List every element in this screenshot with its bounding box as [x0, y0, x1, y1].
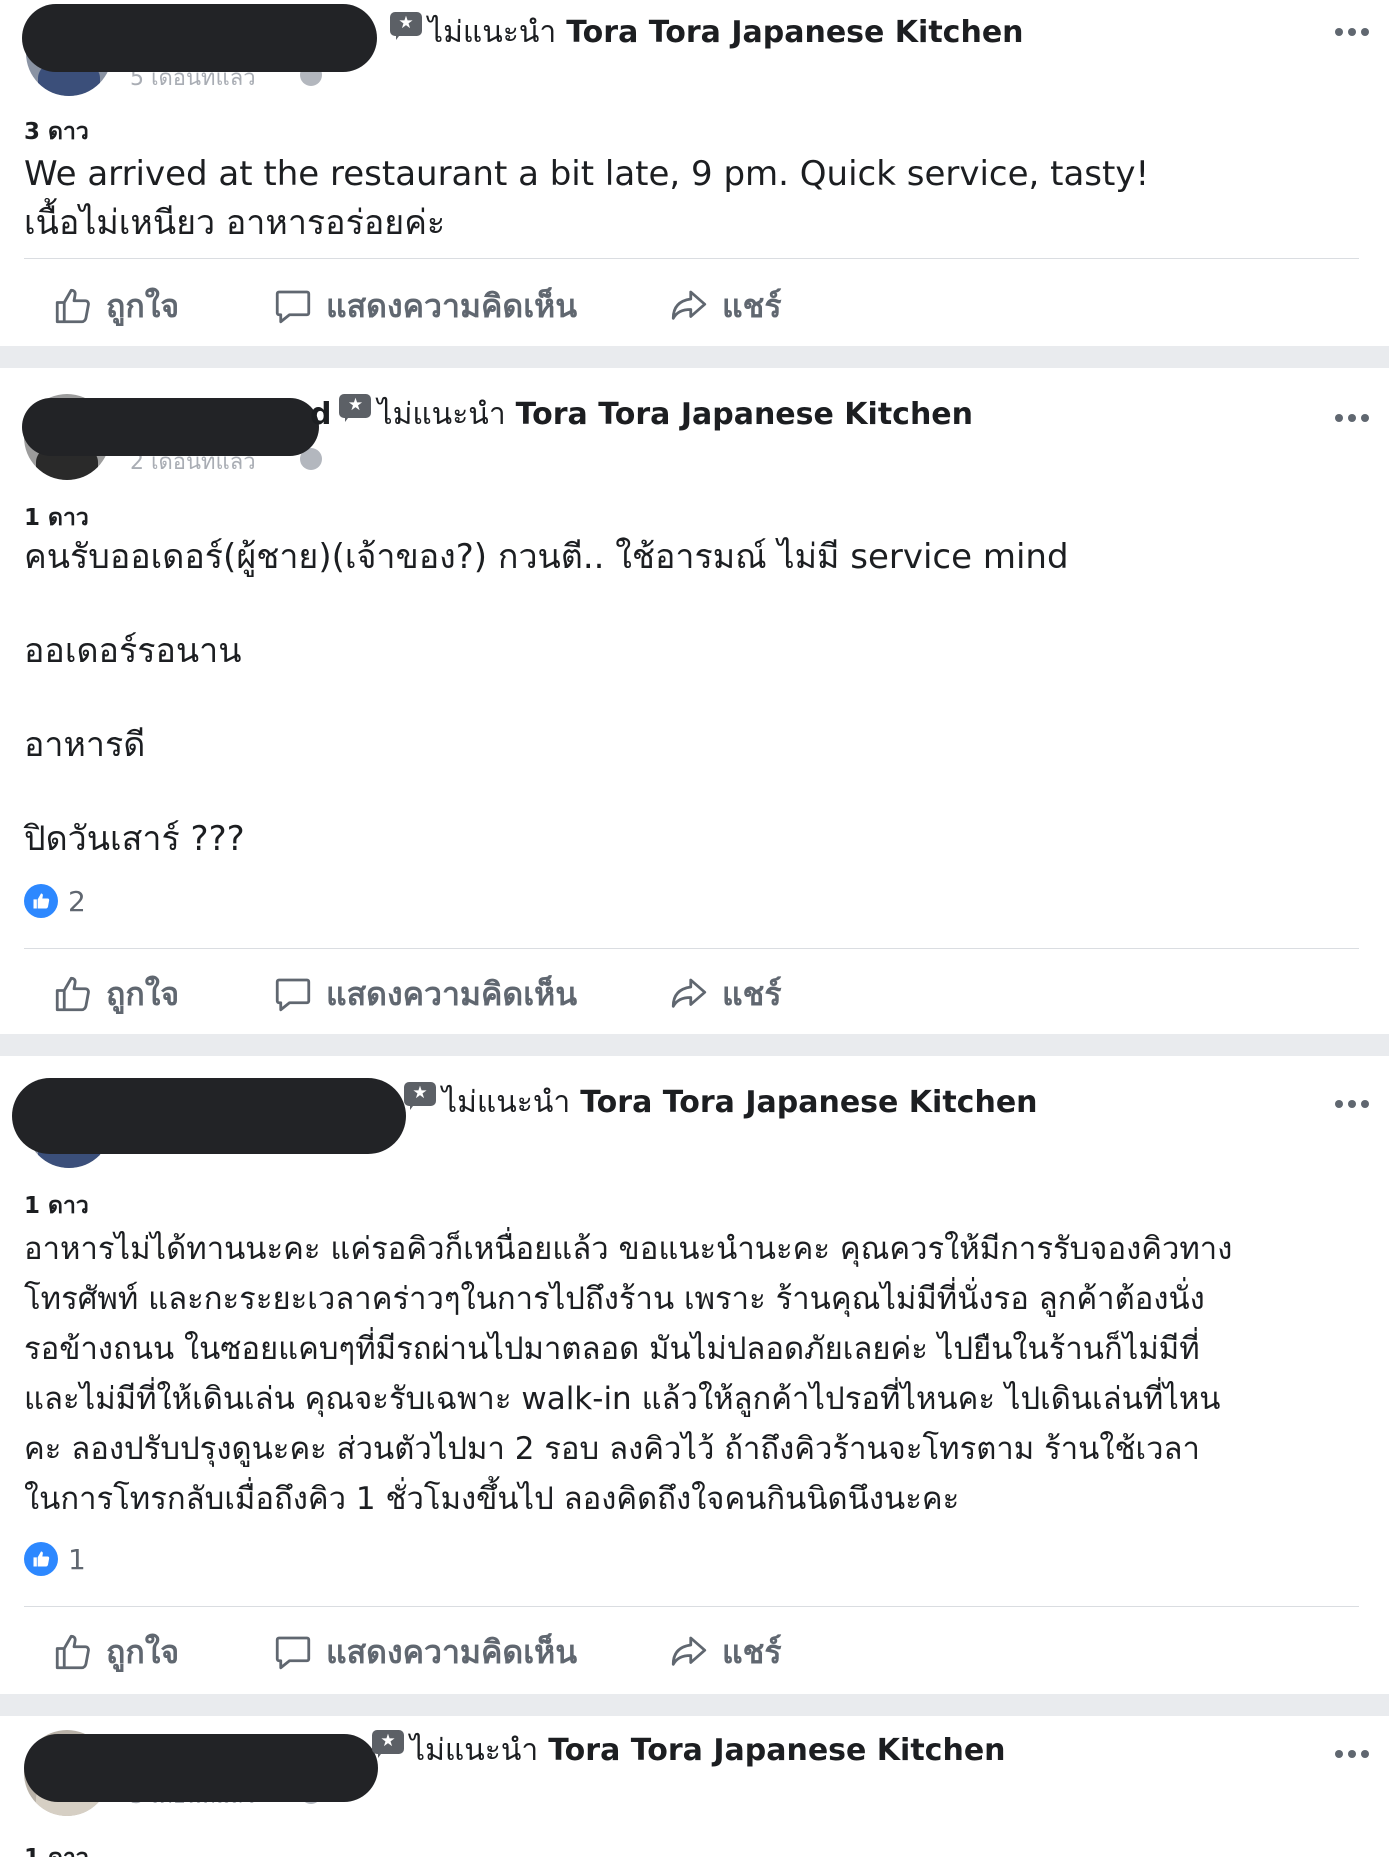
like-button[interactable]: ถูกใจ — [52, 274, 179, 338]
feed-separator — [0, 1694, 1389, 1716]
share-label: แชร์ — [722, 974, 782, 1013]
recommendation-label: ไม่แนะนำ — [410, 1732, 539, 1768]
post-header: ★ ไม่แนะนำ Tora Tora Japanese Kitchen — [404, 1082, 1038, 1122]
like-label: ถูกใจ — [106, 974, 180, 1013]
like-label: ถูกใจ — [106, 286, 180, 325]
share-icon — [671, 290, 707, 320]
divider — [24, 948, 1359, 949]
comment-icon — [275, 290, 311, 324]
page-name-link[interactable]: Tora Tora Japanese Kitchen — [548, 1733, 1005, 1768]
reaction-summary[interactable]: 1 — [24, 1542, 86, 1576]
star-rating: 1 ดาว — [24, 505, 89, 531]
post-header: ★ ไม่แนะนำ Tora Tora Japanese Kitchen — [390, 12, 1024, 52]
feed-separator — [0, 346, 1389, 368]
like-count: 1 — [68, 1542, 86, 1576]
like-reaction-icon — [24, 884, 58, 918]
action-bar: ถูกใจ แสดงความคิดเห็น แชร์ — [0, 1620, 1389, 1684]
feed-separator — [0, 1034, 1389, 1056]
review-post: 3 เดือนที่แล้ว ★ ไม่แนะนำ Tora Tora Japa… — [0, 1716, 1389, 1857]
action-bar: ถูกใจ แสดงความคิดเห็น แชร์ — [0, 274, 1389, 338]
star-rating: 1 ดาว — [24, 1193, 89, 1219]
comment-label: แสดงความคิดเห็น — [326, 1632, 578, 1671]
like-count: 2 — [68, 884, 86, 918]
divider — [24, 258, 1359, 259]
comment-button[interactable]: แสดงความคิดเห็น — [272, 274, 577, 338]
comment-button[interactable]: แสดงความคิดเห็น — [272, 1620, 577, 1684]
review-text: อาหารไม่ได้ทานนะคะ แค่รอคิวก็เหนื่อยแล้ว… — [24, 1231, 1233, 1517]
share-button[interactable]: แชร์ — [668, 962, 782, 1026]
review-post: 5 เดือนที่แล้ว ★ ไม่แนะนำ Tora Tora Japa… — [0, 0, 1389, 346]
recommend-badge-icon: ★ — [404, 1082, 436, 1110]
more-options-icon[interactable] — [1335, 414, 1369, 422]
like-button[interactable]: ถูกใจ — [52, 962, 179, 1026]
review-post: ★ ไม่แนะนำ Tora Tora Japanese Kitchen 1 … — [0, 1056, 1389, 1716]
redacted-author-name — [22, 398, 319, 456]
comment-label: แสดงความคิดเห็น — [326, 286, 578, 325]
like-icon — [55, 976, 90, 1012]
like-icon — [55, 1634, 90, 1670]
page-name-link[interactable]: Tora Tora Japanese Kitchen — [580, 1085, 1037, 1120]
redacted-author-name — [24, 1734, 378, 1802]
comment-label: แสดงความคิดเห็น — [326, 974, 578, 1013]
reaction-summary[interactable]: 2 — [24, 884, 86, 918]
like-icon — [55, 288, 90, 324]
like-button[interactable]: ถูกใจ — [52, 1620, 179, 1684]
like-reaction-icon — [24, 1542, 58, 1576]
comment-icon — [275, 1636, 311, 1670]
recommendation-label: ไม่แนะนำ — [428, 14, 557, 50]
review-text: We arrived at the restaurant a bit late,… — [24, 154, 1150, 243]
redacted-author-name — [22, 4, 377, 72]
share-label: แชร์ — [722, 1632, 782, 1671]
post-header: d ★ ไม่แนะนำ Tora Tora Japanese Kitchen — [310, 394, 973, 434]
share-icon — [671, 978, 707, 1008]
review-feed: 5 เดือนที่แล้ว ★ ไม่แนะนำ Tora Tora Japa… — [0, 0, 1389, 1857]
review-text: คนรับออเดอร์(ผู้ชาย)(เจ้าของ?) กวนตี.. ใ… — [24, 537, 1069, 859]
recommendation-label: ไม่แนะนำ — [442, 1084, 571, 1120]
more-options-icon[interactable] — [1335, 28, 1369, 36]
post-header: ★ ไม่แนะนำ Tora Tora Japanese Kitchen — [372, 1730, 1006, 1770]
review-post: 2 เดือนที่แล้ว d ★ ไม่แนะนำ Tora Tora Ja… — [0, 368, 1389, 1034]
comment-button[interactable]: แสดงความคิดเห็น — [272, 962, 577, 1026]
page-name-link[interactable]: Tora Tora Japanese Kitchen — [566, 15, 1023, 50]
more-options-icon[interactable] — [1335, 1100, 1369, 1108]
recommend-badge-icon: ★ — [339, 394, 372, 422]
share-button[interactable]: แชร์ — [668, 274, 782, 338]
star-rating: 1 ดาว — [24, 1840, 89, 1857]
action-bar: ถูกใจ แสดงความคิดเห็น แชร์ — [0, 962, 1389, 1026]
recommend-badge-icon: ★ — [390, 12, 422, 40]
share-button[interactable]: แชร์ — [668, 1620, 782, 1684]
share-icon — [671, 1636, 707, 1666]
redacted-author-name — [12, 1078, 406, 1154]
share-label: แชร์ — [722, 286, 782, 325]
more-options-icon[interactable] — [1335, 1750, 1369, 1758]
page-name-link[interactable]: Tora Tora Japanese Kitchen — [516, 397, 973, 432]
recommend-badge-icon: ★ — [372, 1730, 404, 1758]
like-label: ถูกใจ — [106, 1632, 180, 1671]
divider — [24, 1606, 1359, 1607]
author-name-fragment[interactable]: d — [310, 397, 331, 432]
comment-icon — [275, 978, 311, 1012]
star-rating: 3 ดาว — [24, 119, 89, 145]
recommendation-label: ไม่แนะนำ — [377, 396, 506, 432]
